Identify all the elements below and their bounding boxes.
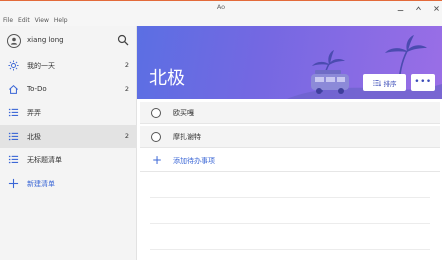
list-icon	[8, 108, 19, 117]
new-list-button[interactable]: 新建清单	[0, 172, 137, 196]
plus-icon: +	[152, 153, 163, 167]
empty-row-line	[150, 172, 430, 198]
sort-label: 排序	[383, 79, 397, 88]
sidebar-item-label: 无标题清单	[27, 156, 62, 164]
plus-icon	[8, 178, 19, 188]
task-title: 欧买嘎	[173, 109, 194, 117]
new-list-label: 新建清单	[27, 179, 55, 188]
close-icon	[434, 6, 439, 11]
sidebar-item-label: To-Do	[27, 84, 47, 93]
sort-icon	[372, 79, 381, 86]
complete-checkbox[interactable]	[151, 131, 161, 142]
sidebar-item-beiji[interactable]: 北极 2	[0, 124, 137, 148]
minimize-icon	[397, 10, 404, 12]
menu-view[interactable]: View	[35, 16, 49, 26]
task-list: 欧买嘎 摩扎谢特 + 添加待办事项	[137, 102, 442, 250]
list-icon	[8, 132, 19, 140]
sidebar-item-label: 我的一天	[27, 62, 55, 70]
sidebar-item-count: 2	[124, 131, 129, 140]
empty-row-line	[150, 198, 430, 224]
sun-icon	[8, 60, 19, 71]
complete-checkbox[interactable]	[151, 107, 161, 118]
more-options-button[interactable]: •••	[411, 74, 435, 91]
sidebar-item-nongnong[interactable]: 弄弄	[0, 101, 137, 125]
home-icon	[9, 84, 18, 94]
sidebar-item-label: 北极	[27, 132, 41, 141]
task-item[interactable]: 摩扎谢特	[140, 126, 440, 148]
title-bar: Ao	[0, 0, 442, 16]
window-title: Ao	[216, 3, 226, 11]
sidebar-item-count: 2	[124, 84, 129, 93]
sidebar-item-my-day[interactable]: 我的一天 2	[0, 54, 137, 78]
task-title: 摩扎谢特	[173, 133, 201, 141]
maximize-button[interactable]	[414, 4, 423, 13]
user-name: xiang long	[27, 36, 64, 44]
sidebar: xiang long 我的一天 2 To-Do 2 弄弄 北极 2 无标题清单 …	[0, 26, 137, 260]
search-icon[interactable]	[117, 34, 129, 46]
list-icon	[8, 155, 19, 164]
sidebar-item-count: 2	[124, 61, 129, 69]
task-item[interactable]: 欧买嘎	[140, 102, 440, 124]
list-title: 北极	[149, 68, 185, 89]
sidebar-item-label: 弄弄	[27, 109, 41, 117]
menu-file[interactable]: File	[3, 16, 13, 26]
menu-edit[interactable]: Edit	[18, 16, 30, 26]
more-icon: •••	[414, 77, 432, 87]
sidebar-item-untitled-list[interactable]: 无标题清单	[0, 148, 137, 172]
main-panel: 北极 排序 ••• 欧买嘎 摩扎谢特 + 添加待办事项	[137, 26, 442, 260]
sort-button[interactable]: 排序	[363, 74, 406, 91]
sidebar-nav: 我的一天 2 To-Do 2 弄弄 北极 2 无标题清单 新建清单	[0, 54, 137, 195]
maximize-icon	[416, 6, 421, 11]
add-task-row[interactable]: + 添加待办事项	[140, 150, 440, 172]
sidebar-item-todo[interactable]: To-Do 2	[0, 78, 137, 102]
minimize-button[interactable]	[396, 4, 405, 13]
person-icon	[10, 37, 18, 45]
empty-row-line	[150, 224, 430, 250]
list-banner: 北极 排序 •••	[137, 26, 442, 99]
user-row[interactable]: xiang long	[0, 29, 137, 53]
menu-help[interactable]: Help	[54, 16, 68, 26]
menu-bar: File Edit View Help	[0, 16, 442, 26]
add-task-input[interactable]: 添加待办事项	[173, 156, 215, 166]
close-button[interactable]	[432, 4, 441, 13]
avatar	[7, 34, 21, 48]
